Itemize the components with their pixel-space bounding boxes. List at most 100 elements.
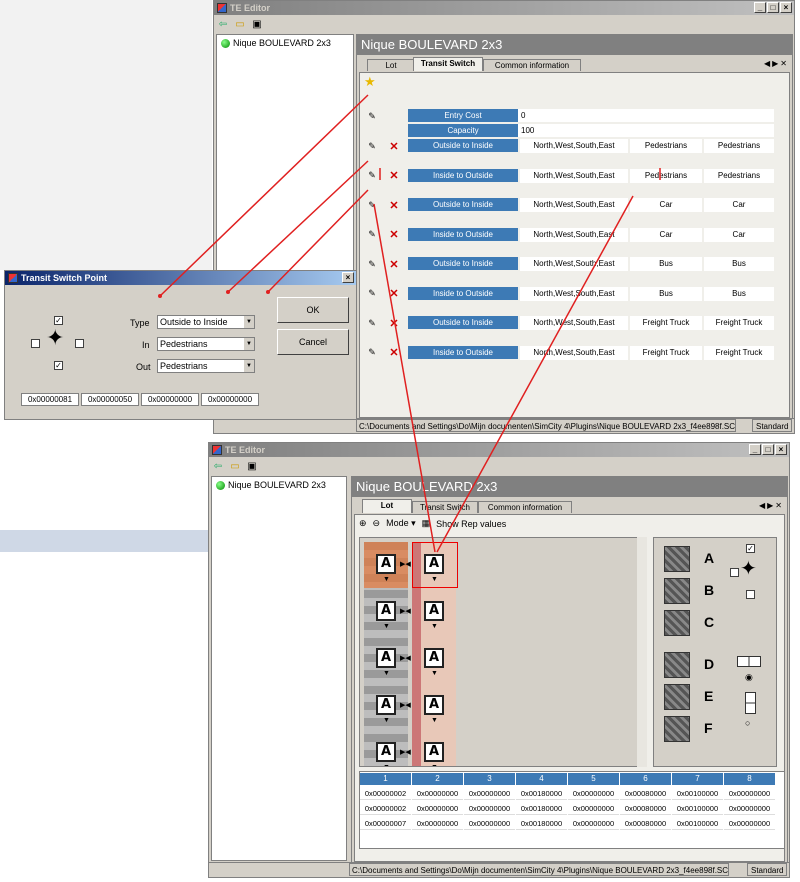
delete-x-icon[interactable]: ✕ (386, 198, 402, 212)
grid-cell[interactable]: 0x00000000 (464, 787, 515, 800)
lot-tile[interactable]: A (424, 742, 444, 762)
ok-button[interactable]: OK (277, 297, 349, 323)
in-select[interactable]: Pedestrians ▼ (157, 337, 255, 351)
tab-common-information[interactable]: Common information (478, 501, 572, 513)
palette-thumbnail[interactable] (664, 684, 690, 710)
palette-thumbnail[interactable] (664, 610, 690, 636)
south-checkbox[interactable]: ✓ (54, 361, 63, 370)
mode-dropdown[interactable]: Mode ▾ (386, 518, 416, 529)
minimize-button[interactable]: _ (749, 444, 761, 455)
dialog-close-button[interactable]: × (342, 272, 354, 283)
title-bar[interactable]: TE Editor _ □ × (214, 1, 794, 15)
save-icon[interactable]: ▣ (245, 459, 259, 473)
canvas-scrollbar[interactable] (637, 537, 647, 767)
delete-x-icon[interactable]: ✕ (386, 287, 402, 301)
type-select[interactable]: Outside to Inside ▼ (157, 315, 255, 329)
maximize-button[interactable]: □ (762, 444, 774, 455)
transit-switch-row[interactable]: ✎ ✕ Inside to Outside North,West,South,East… (360, 345, 789, 360)
grid-cell[interactable]: 0x00000000 (568, 817, 619, 830)
grid-column-header[interactable]: 2 (412, 773, 463, 785)
grid-cell[interactable]: 0x00000000 (412, 802, 463, 815)
hex-field-3[interactable]: 0x00000000 (141, 393, 199, 406)
capacity-value[interactable]: 100 (518, 124, 774, 137)
delete-x-icon[interactable]: ✕ (386, 169, 402, 183)
edit-pencil-icon[interactable]: ✎ (364, 228, 380, 242)
open-folder-icon[interactable]: ▭ (228, 459, 242, 473)
grid-cell[interactable]: 0x00000000 (724, 802, 775, 815)
lot-canvas[interactable]: A ▼ A ▼ ▶◀ A ▼ A ▼ ▶◀ A ▼ A ▼ ▶◀ A ▼ A ▼ ▶◀ A ▼ A ▼ ▶◀ (359, 537, 647, 767)
grid-cell[interactable]: 0x00180000 (516, 817, 567, 830)
palette-west-checkbox[interactable] (730, 568, 739, 577)
hex-field-1[interactable]: 0x00000081 (21, 393, 79, 406)
transit-switch-row[interactable]: ✎ ✕ Inside to Outside North,West,South,East… (360, 168, 789, 183)
hex-field-4[interactable]: 0x00000000 (201, 393, 259, 406)
grid-cell[interactable]: 0x00000000 (568, 787, 619, 800)
edit-pencil-icon[interactable]: ✎ (364, 287, 380, 301)
transit-switch-row[interactable]: ✎ ✕ Outside to Inside North,West,South,East… (360, 316, 789, 330)
lot-tile[interactable]: A (424, 601, 444, 621)
grid-cell[interactable]: 0x00080000 (620, 802, 671, 815)
delete-x-icon[interactable]: ✕ (386, 228, 402, 242)
title-bar[interactable]: TE Editor _ □ × (209, 443, 789, 457)
grid-cell[interactable]: 0x00000000 (464, 817, 515, 830)
close-button[interactable]: × (780, 2, 792, 13)
minimize-button[interactable]: _ (754, 2, 766, 13)
palette-north-checkbox[interactable]: ✓ (746, 544, 755, 553)
lot-tile[interactable]: A (376, 742, 396, 762)
close-button[interactable]: × (775, 444, 787, 455)
layout-radio-2[interactable]: ○ (745, 718, 750, 728)
zoom-in-icon[interactable]: ⊕ (359, 518, 367, 529)
delete-x-icon[interactable]: ✕ (386, 257, 402, 271)
zoom-out-icon[interactable]: ⊖ (373, 518, 381, 529)
east-checkbox[interactable] (75, 339, 84, 348)
delete-x-icon[interactable]: ✕ (386, 346, 402, 360)
tab-common-information[interactable]: Common information (483, 59, 581, 71)
entry-cost-value[interactable]: 0 (518, 109, 774, 122)
delete-x-icon[interactable]: ✕ (386, 139, 402, 153)
transit-switch-row[interactable]: ✎ ✕ Inside to Outside North,West,South,East… (360, 227, 789, 242)
grid-cell[interactable]: 0x00180000 (516, 802, 567, 815)
grid-cell[interactable]: 0x00000000 (412, 787, 463, 800)
grid-cell[interactable]: 0x00180000 (516, 787, 567, 800)
tab-lot[interactable]: Lot (362, 499, 412, 513)
tree-item[interactable]: Nique BOULEVARD 2x3 (216, 480, 326, 490)
edit-pencil-icon[interactable]: ✎ (364, 346, 380, 360)
palette-thumbnail[interactable] (664, 716, 690, 742)
north-checkbox[interactable]: ✓ (54, 316, 63, 325)
lot-tile[interactable]: A (376, 695, 396, 715)
grid-cell[interactable]: 0x00100000 (672, 787, 723, 800)
tab-scroll-arrows[interactable]: ◀▶✕ (759, 501, 784, 510)
lot-tile[interactable]: A (376, 648, 396, 668)
lot-tree[interactable]: Nique BOULEVARD 2x3 (211, 476, 347, 861)
transit-switch-row[interactable]: ✎ ✕ Inside to Outside North,West,South,East… (360, 286, 789, 301)
grid-column-header[interactable]: 5 (568, 773, 619, 785)
save-icon[interactable]: ▣ (250, 17, 264, 31)
grid-cell[interactable]: 0x00000007 (360, 817, 411, 830)
show-rep-button[interactable]: Show Rep values (436, 519, 506, 529)
lot-tile[interactable]: A (376, 601, 396, 621)
lot-tile[interactable]: A (424, 648, 444, 668)
west-checkbox[interactable] (31, 339, 40, 348)
hex-field-2[interactable]: 0x00000050 (81, 393, 139, 406)
grid-cell[interactable]: 0x00080000 (620, 817, 671, 830)
edit-pencil-icon[interactable]: ✎ (364, 169, 380, 183)
layout-radio-1[interactable]: ◉ (745, 672, 753, 683)
tab-scroll-arrows[interactable]: ◀▶✕ (764, 59, 789, 68)
grid-column-header[interactable]: 7 (672, 773, 723, 785)
out-select[interactable]: Pedestrians ▼ (157, 359, 255, 373)
tree-item[interactable]: Nique BOULEVARD 2x3 (221, 38, 331, 48)
star-icon[interactable]: ★ (364, 74, 376, 90)
transit-switch-row[interactable]: ✎ ✕ Outside to Inside North,West,South,East… (360, 198, 789, 212)
edit-pencil-icon[interactable]: ✎ (364, 257, 380, 271)
transit-switch-row[interactable]: ✎ ✕ Outside to Inside North,West,South,East… (360, 257, 789, 271)
palette-thumbnail[interactable] (664, 546, 690, 572)
grid-column-header[interactable]: 4 (516, 773, 567, 785)
lot-tile[interactable]: A (424, 695, 444, 715)
grid-cell[interactable]: 0x00100000 (672, 817, 723, 830)
grid-cell[interactable]: 0x00080000 (620, 787, 671, 800)
tab-transit-switch[interactable]: Transit Switch (412, 501, 478, 513)
palette-thumbnail[interactable] (664, 652, 690, 678)
open-folder-icon[interactable]: ▭ (233, 17, 247, 31)
tab-transit-switch[interactable]: Transit Switch (413, 57, 483, 71)
transit-switch-row[interactable]: ✎ ✕ Outside to Inside North,West,South,East… (360, 139, 789, 153)
